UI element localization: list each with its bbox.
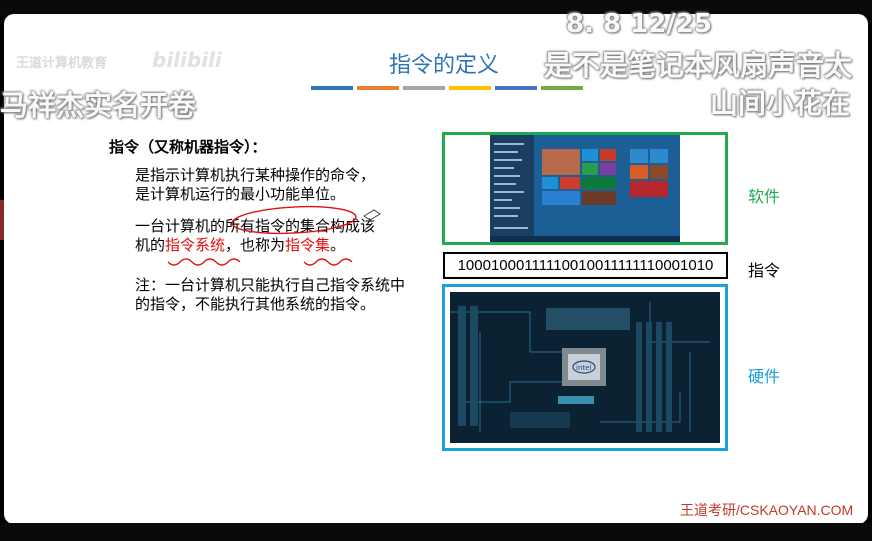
danmaku-timestamp: 8. 8 12/25 xyxy=(566,9,713,39)
bilibili-watermark: bilibili xyxy=(152,48,222,72)
accent-bar xyxy=(495,86,537,90)
definition-paragraph: 是指示计算机执行某种操作的命令， 是计算机运行的最小功能单位。 xyxy=(135,166,415,204)
accent-bars xyxy=(311,86,583,90)
danmaku-comment: 马祥杰实名开卷 xyxy=(0,89,197,122)
definition-line-2: 是计算机运行的最小功能单位。 xyxy=(135,185,346,203)
accent-bar xyxy=(311,86,353,90)
hardware-label: 硬件 xyxy=(748,367,781,386)
accent-bar xyxy=(449,86,491,90)
danmaku-comment: 是不是笔记本风扇声音太 xyxy=(544,49,853,82)
hardware-box: intel xyxy=(442,284,728,451)
definition-heading: 指令（又称机器指令）： xyxy=(109,138,267,156)
accent-bar xyxy=(541,86,583,90)
window-bottom-bar xyxy=(0,523,872,541)
binary-instruction-box: 10001000111110010011111110001010 xyxy=(443,252,728,279)
chip-logo-text: intel xyxy=(576,364,591,372)
note-paragraph: 注：一台计算机只能执行自己指令系统中的指令，不能执行其他系统的指令。 xyxy=(135,276,406,313)
channel-watermark: 王道计算机教育 xyxy=(16,56,108,71)
definition-line-1: 是指示计算机执行某种操作的命令， xyxy=(135,166,376,184)
instruction-label: 指令 xyxy=(748,261,781,280)
accent-bar xyxy=(357,86,399,90)
software-label: 软件 xyxy=(748,187,781,206)
motherboard-image: intel xyxy=(450,292,720,443)
handwritten-annotations xyxy=(167,205,381,266)
brand-footer: 王道考研/CSKAOYAN.COM xyxy=(680,502,854,518)
software-box xyxy=(442,132,728,245)
danmaku-comment: 山间小花在 xyxy=(710,87,851,120)
windows-start-menu-image xyxy=(490,135,680,242)
accent-bar xyxy=(403,86,445,90)
